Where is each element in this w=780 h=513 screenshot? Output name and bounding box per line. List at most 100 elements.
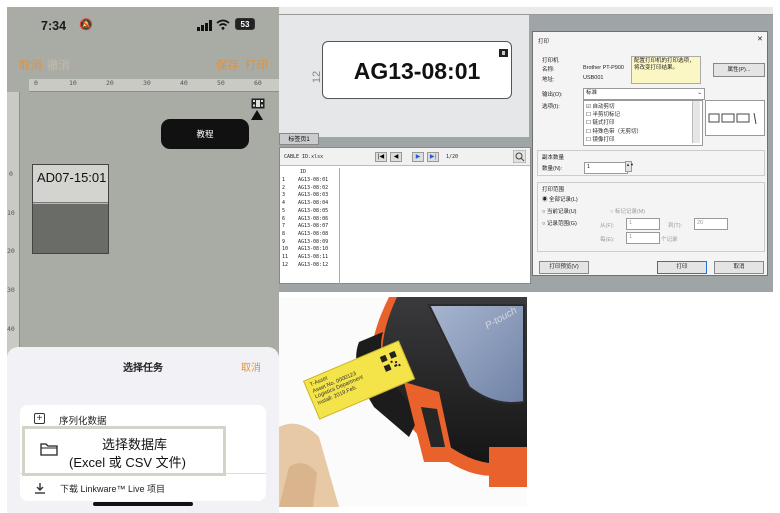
sheet-title: 选择任务 [123,363,163,374]
output-value: 标准 [586,90,598,96]
options-list[interactable]: ☑ 自动剪切 ☐ 半剪切标记 ☐ 链式打印 ☐ 特殊色带（无剪切） ☐ 镜像打印 [583,100,703,146]
each-input[interactable]: 1 [626,232,660,244]
row-number: 4 [282,200,286,207]
each-label: 每(E): [600,237,615,243]
print-preview-button[interactable]: 打印预览(V) [539,261,589,274]
top-ruler [279,7,773,15]
row-value: AG13-08:09 [298,238,329,245]
row-number: 6 [282,215,286,222]
ruler-label: 10 [7,209,15,217]
printer-photo: P-touch T-Asset Asset No. 0000123 Logist… [279,297,527,507]
printer-address: USB001 [583,75,604,81]
label-design[interactable]: AG13-08:01 [322,41,512,99]
printer-section: 打印机 [542,58,559,64]
row-number: 9 [282,238,286,245]
option-checkbox[interactable]: ☑ 自动剪切 [586,102,614,110]
properties-button[interactable]: 属性(P)... [713,63,765,77]
row-value: AG13-08:11 [298,254,329,260]
range-marked-label: 标记记录(M) [614,209,646,215]
row-value: AG13-08:02 [298,184,329,191]
close-icon[interactable]: ✕ [757,35,763,43]
option-checkbox[interactable]: ☐ 半剪切标记 [586,110,620,118]
range-records-label: 记录范围(G) [546,221,577,227]
phone-screen: 7:34 🔕 53 取消 撤消 保存 打印 0 10 20 30 40 50 6… [7,7,279,513]
search-icon[interactable] [512,149,527,168]
ruler-label: 0 [34,79,38,87]
to-input[interactable]: 20 [694,218,728,230]
row-value: AG13-08:10 [298,246,329,253]
copies-label: 数量(N): [542,166,563,172]
ruler-label: 20 [106,79,114,87]
file-name: CABLE ID.xlsx [284,154,324,160]
row-value: AG13-08:03 [298,192,329,199]
tab-sheet1[interactable]: 标签页1 [279,133,319,145]
first-record-button[interactable]: |◀ [375,152,387,162]
each-unit: 个记录 [661,237,678,243]
ruler-label: 0 [9,170,13,178]
options-label: 选项(I): [542,104,560,110]
scrollbar[interactable] [692,101,700,143]
printer-note: 配置打印机的打印选项，将改变打印结果。 [631,56,701,84]
row-value: AG13-08:05 [298,207,329,214]
prev-record-button[interactable]: ◀ [390,152,402,162]
print-dialog: 打印 ✕ 打印机 名称: Brother PT-P900 地址: USB001 … [532,31,768,276]
option-checkbox-label: 自动剪切 [592,104,615,110]
save-button[interactable]: 保存 [216,57,239,73]
option-checkbox-label: 链式打印 [592,120,615,127]
to-label: 到(T): [668,223,683,229]
app-toolbar: 取消 撤消 保存 打印 [7,49,279,79]
row-number: 5 [282,207,286,214]
undo-button[interactable]: 撤消 [47,57,70,73]
ruler-label: 40 [180,79,188,87]
option-checkbox[interactable]: ☐ 链式打印 [586,118,614,126]
range-marked-radio[interactable]: ○ 标记记录(M) [610,207,645,215]
row-value: AG13-08:04 [298,200,329,207]
sheet-cancel-button[interactable]: 取消 [241,359,261,374]
row-value: AG13-08:12 [298,261,329,268]
cut-preview [705,100,765,136]
range-records-radio[interactable]: ○ 记录范围(G) [542,219,577,227]
option-checkbox[interactable]: ☐ 镜像打印 [586,135,614,143]
home-indicator [93,502,193,506]
row-number: 12 [282,261,289,268]
range-group: 打印范围 ◉ 全部记录(L) ○ 当前记录(U) ○ 标记记录(M) ○ 记录范… [537,182,765,252]
copies-input[interactable]: 1 [584,162,628,174]
name-label: 名称: [542,67,555,73]
copies-group: 副本数量 数量(N): 1 ▲▼ [537,150,765,176]
option-label: 序列化数据 [59,416,107,427]
range-all-radio[interactable]: ◉ 全部记录(L) [542,195,578,203]
film-icon [499,44,508,62]
option-select-database[interactable]: 选择数据库 (Excel 或 CSV 文件) [22,426,226,476]
print-button[interactable]: 打印 [245,57,268,73]
next-record-button[interactable]: ▶ [412,152,424,162]
tooltip-arrow [251,110,263,120]
tutorial-tooltip[interactable]: 教程 [161,119,249,149]
stepper-icon[interactable]: ▲▼ [625,161,634,172]
ruler-label: 30 [7,286,15,294]
option-checkbox[interactable]: ☐ 特殊色带（无剪切） [586,127,642,135]
row-number: 7 [282,223,286,230]
range-current-radio[interactable]: ○ 当前记录(U) [542,207,577,215]
address-label: 地址: [542,77,555,83]
print-dialog-print-button[interactable]: 打印 [657,261,707,274]
row-value: AG13-08:06 [298,215,329,222]
qr-code-icon [378,349,403,374]
last-record-button[interactable]: ▶| [427,152,439,162]
horizontal-ruler: 0 10 20 30 40 50 60 [29,79,279,92]
cancel-button[interactable]: 取消 [19,57,42,73]
option-checkbox-label: 特殊色带（无剪切） [592,128,642,135]
from-input[interactable]: 1 [626,218,660,230]
label-canvas: 12 AG13-08:01 [279,15,529,137]
cut-preview-icon [708,112,757,125]
label-preview[interactable]: AD07-15:01 [32,164,109,254]
row-value: AG13-08:01 [298,177,329,183]
ruler-label: 50 [217,79,225,87]
output-select[interactable]: 标准 ⌄ [583,88,705,100]
table-header: ID [300,169,307,175]
wifi-icon [216,19,230,33]
vertical-ruler: 0 10 20 30 40 [7,92,20,362]
option-sublabel: (Excel 或 CSV 文件) [69,455,187,470]
range-section: 打印范围 [542,187,565,193]
print-dialog-cancel-button[interactable]: 取消 [714,261,764,274]
printer-name: Brother PT-P900 [583,65,624,71]
